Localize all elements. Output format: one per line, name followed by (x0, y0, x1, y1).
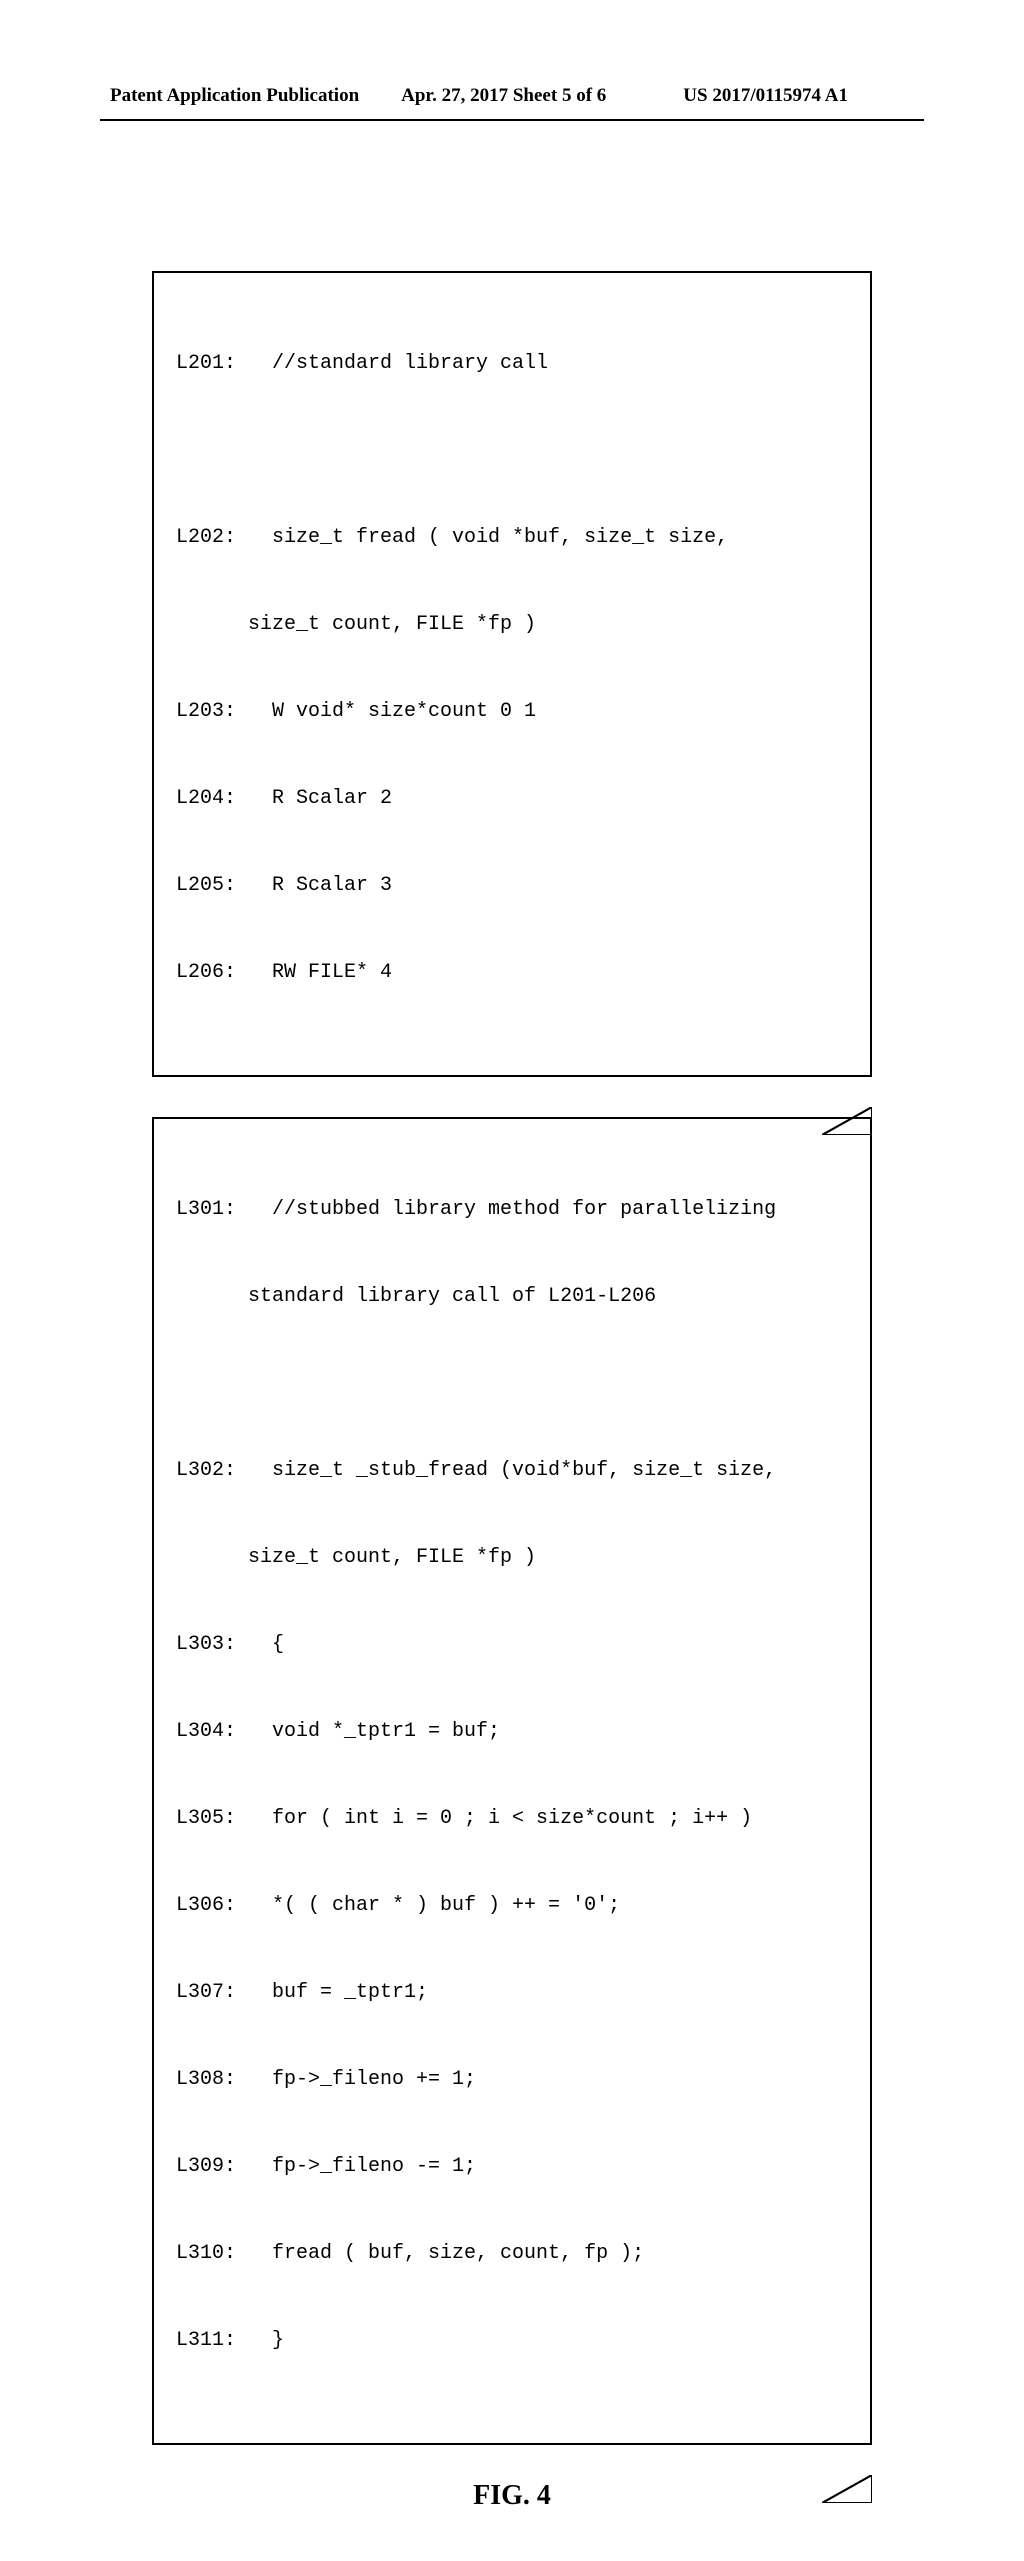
code-line (176, 436, 848, 465)
code-line: L305: for ( int i = 0 ; i < size*count ;… (176, 1804, 848, 1833)
header-right: US 2017/0115974 A1 (628, 85, 848, 107)
page-header: Patent Application Publication Apr. 27, … (0, 0, 1024, 117)
code-line: size_t count, FILE *fp ) (176, 1543, 848, 1572)
code-line: L202: size_t fread ( void *buf, size_t s… (176, 523, 848, 552)
code-line: L301: //stubbed library method for paral… (176, 1195, 848, 1224)
code-line: L309: fp->_fileno -= 1; (176, 2152, 848, 2181)
page-corner-icon (822, 1049, 872, 1077)
code-line: L302: size_t _stub_fread (void*buf, size… (176, 1456, 848, 1485)
code-line: L204: R Scalar 2 (176, 784, 848, 813)
code-line: L304: void *_tptr1 = buf; (176, 1717, 848, 1746)
code-line: L310: fread ( buf, size, count, fp ); (176, 2239, 848, 2268)
header-rule (100, 119, 924, 121)
code-line: L308: fp->_fileno += 1; (176, 2065, 848, 2094)
code-line: L203: W void* size*count 0 1 (176, 697, 848, 726)
code-line (176, 1369, 848, 1398)
code-line: size_t count, FILE *fp ) (176, 610, 848, 639)
code-line: standard library call of L201-L206 (176, 1282, 848, 1311)
code-line: L205: R Scalar 3 (176, 871, 848, 900)
code-line: L307: buf = _tptr1; (176, 1978, 848, 2007)
code-box-1: L201: //standard library call L202: size… (152, 271, 872, 1077)
header-left: Patent Application Publication (110, 85, 359, 107)
code-line: L201: //standard library call (176, 349, 848, 378)
code-line: L206: RW FILE* 4 (176, 958, 848, 987)
code-line: L311: } (176, 2326, 848, 2355)
code-line: L306: *( ( char * ) buf ) ++ = '0'; (176, 1891, 848, 1920)
page-corner-icon (822, 2417, 872, 2445)
code-line: L303: { (176, 1630, 848, 1659)
header-date: Apr. 27, 2017 Sheet 5 of 6 (381, 85, 606, 107)
code-box-2: L301: //stubbed library method for paral… (152, 1117, 872, 2445)
